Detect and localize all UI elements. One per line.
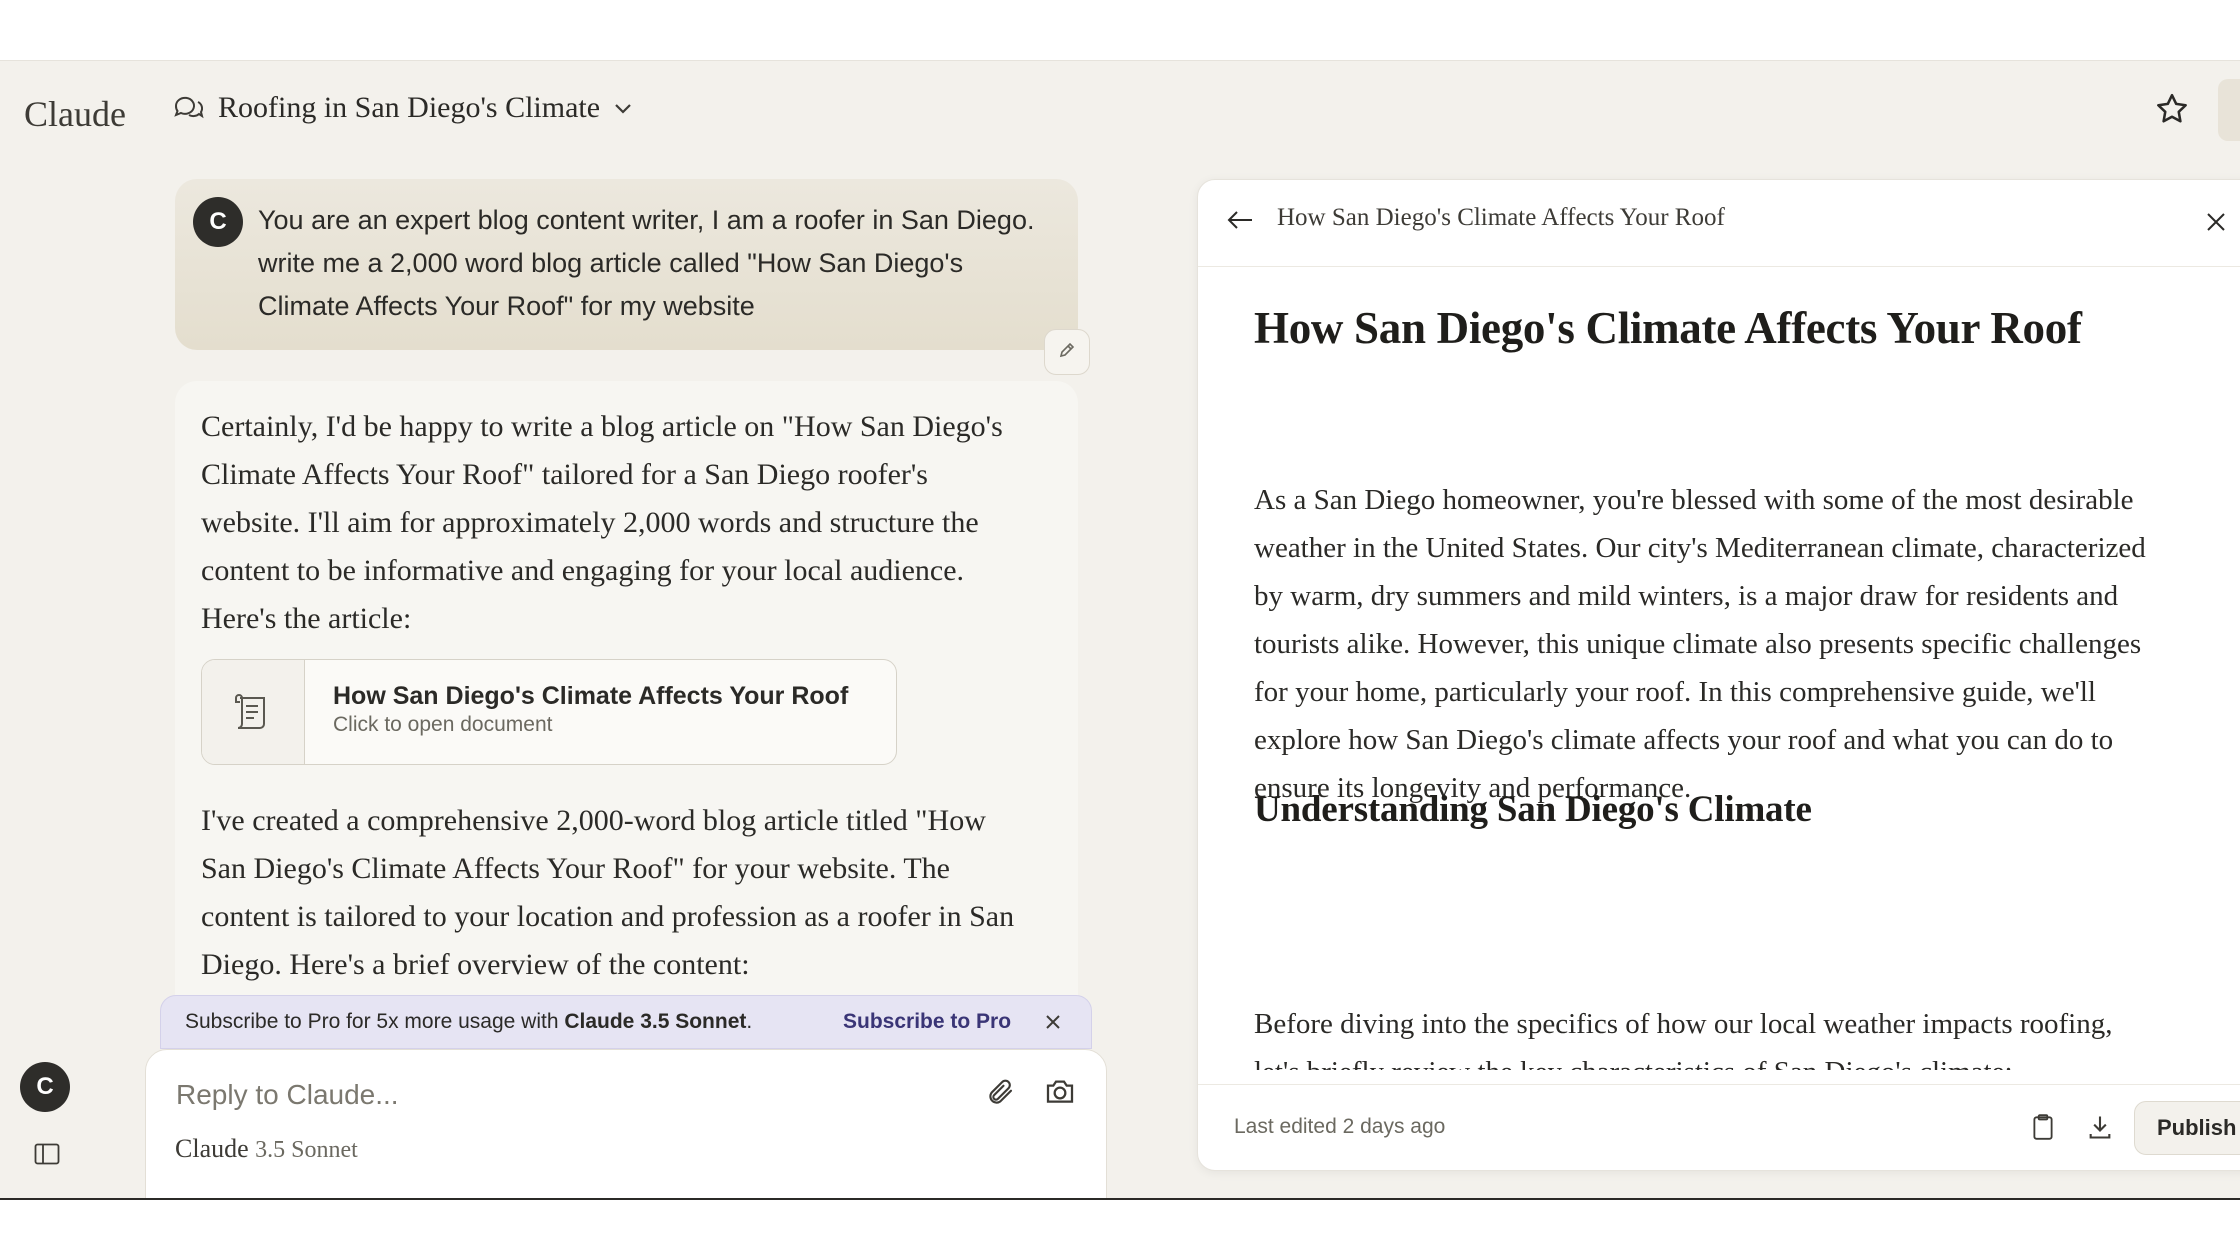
document-paragraph: As a San Diego homeowner, you're blessed… <box>1254 484 2146 804</box>
document-panel: How San Diego's Climate Affects Your Roo… <box>1197 179 2240 1171</box>
document-panel-footer: Last edited 2 days ago Publish <box>1198 1084 2240 1170</box>
clipboard-icon[interactable] <box>2030 1113 2056 1146</box>
promo-model: Claude 3.5 Sonnet <box>564 1010 747 1033</box>
close-icon[interactable] <box>1041 1010 1065 1040</box>
user-avatar: C <box>193 197 243 247</box>
document-body: How San Diego's Climate Affects Your Roo… <box>1254 266 2174 1070</box>
sidebar-toggle-icon[interactable] <box>34 1143 60 1170</box>
reply-input[interactable] <box>174 1072 958 1118</box>
document-subheading: Understanding San Diego's Climate <box>1254 789 1812 830</box>
document-panel-title: How San Diego's Climate Affects Your Roo… <box>1277 204 1725 231</box>
last-edited-text: Last edited 2 days ago <box>1234 1115 1446 1138</box>
artifact-card[interactable]: How San Diego's Climate Affects Your Roo… <box>201 659 897 765</box>
document-paragraph: Before diving into the specifics of how … <box>1254 1008 2113 1070</box>
star-icon[interactable] <box>2154 91 2190 132</box>
user-message-text: You are an expert blog content writer, I… <box>258 205 1035 321</box>
model-selector[interactable]: Claude 3.5 Sonnet <box>175 1134 358 1164</box>
document-heading: How San Diego's Climate Affects Your Roo… <box>1254 303 2082 353</box>
document-icon <box>202 660 305 764</box>
chat-bubbles-icon <box>172 93 204 123</box>
close-icon[interactable] <box>2204 210 2228 239</box>
paperclip-icon[interactable] <box>986 1076 1016 1113</box>
assistant-intro: Certainly, I'd be happy to write a blog … <box>201 410 1003 635</box>
claude-logo[interactable]: Claude <box>24 93 126 135</box>
app-window: Claude Roofing in San Diego's Climate C … <box>0 60 2240 1199</box>
subscribe-banner: Subscribe to Pro for 5x more usage with … <box>160 995 1092 1049</box>
edit-message-button[interactable] <box>1044 329 1090 375</box>
chevron-down-icon <box>614 102 632 114</box>
window-bottom-border <box>0 1198 2240 1200</box>
reply-composer: Claude 3.5 Sonnet <box>145 1049 1107 1199</box>
assistant-followup: I've created a comprehensive 2,000-word … <box>201 804 1015 981</box>
camera-icon[interactable] <box>1044 1076 1076 1111</box>
document-panel-header: How San Diego's Climate Affects Your Roo… <box>1198 180 2240 267</box>
artifact-title: How San Diego's Climate Affects Your Roo… <box>333 682 849 710</box>
back-arrow-icon[interactable] <box>1226 208 1254 237</box>
more-menu-button[interactable] <box>2218 79 2240 141</box>
pencil-icon <box>1058 341 1076 364</box>
chat-title-text: Roofing in San Diego's Climate <box>218 91 601 124</box>
subscribe-to-pro-link[interactable]: Subscribe to Pro <box>843 1010 1011 1034</box>
account-avatar[interactable]: C <box>20 1062 70 1112</box>
publish-button[interactable]: Publish <box>2134 1101 2240 1155</box>
user-message: C You are an expert blog content writer,… <box>175 179 1078 350</box>
promo-text: Subscribe to Pro for 5x more usage with … <box>185 1010 753 1033</box>
assistant-message: Certainly, I'd be happy to write a blog … <box>175 381 1078 1101</box>
chat-title-dropdown[interactable]: Roofing in San Diego's Climate <box>172 91 632 125</box>
download-icon[interactable] <box>2086 1113 2114 1146</box>
artifact-subtitle: Click to open document <box>333 713 553 736</box>
